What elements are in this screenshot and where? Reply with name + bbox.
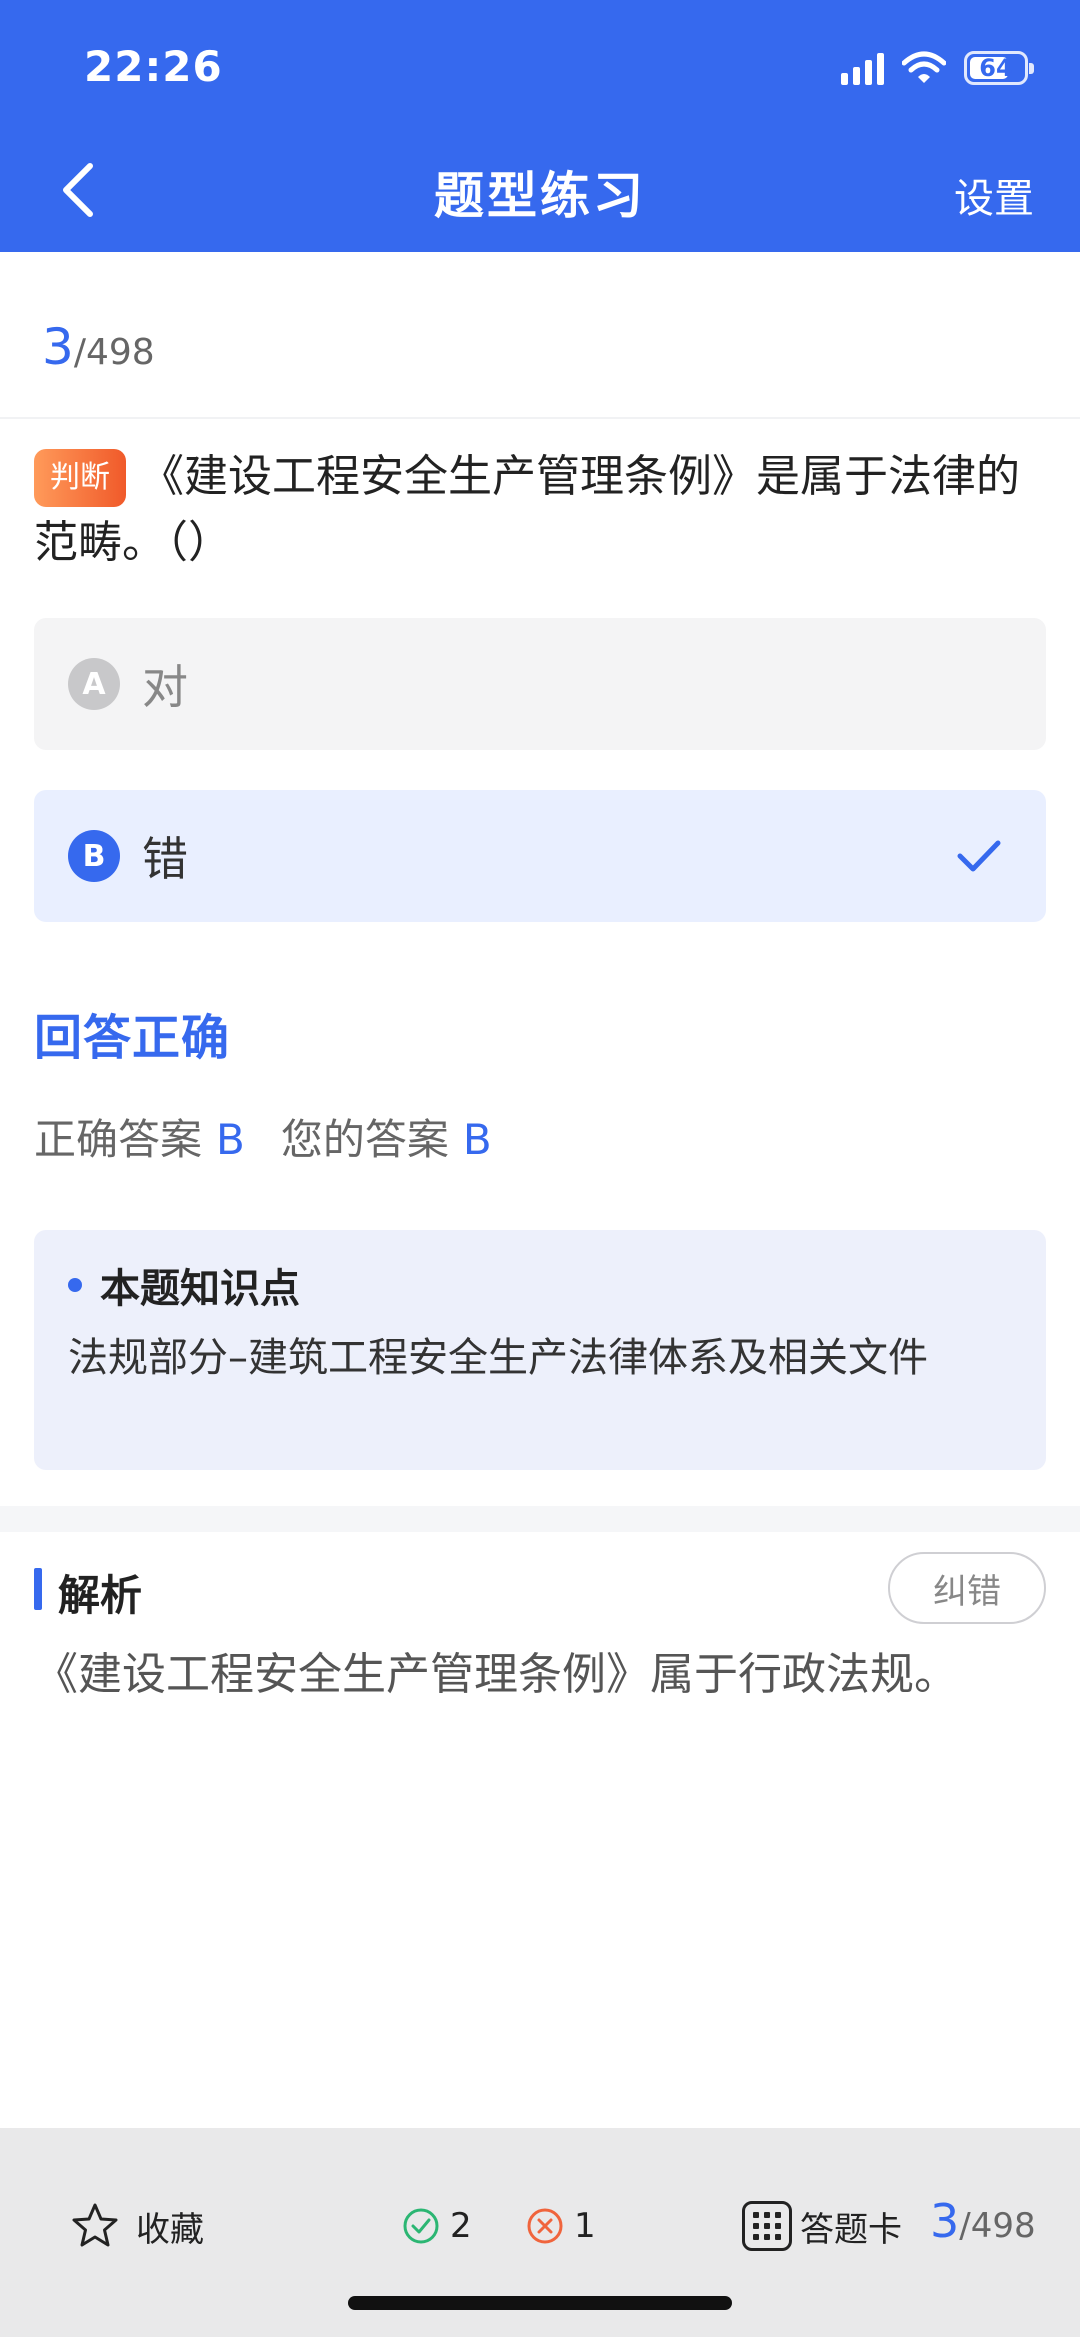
favorite-label: 收藏 <box>136 2209 204 2250</box>
practice-page: 22:26 64 题型练习 设置 3/498 判断《建设工程安全生产管理条例》 <box>0 0 1080 2337</box>
your-answer-label: 您的答案 <box>280 1115 449 1164</box>
correct-answer-value: B <box>216 1115 245 1164</box>
favorite-button[interactable]: 收藏 <box>70 2198 204 2254</box>
analysis-text: 《建设工程安全生产管理条例》属于行政法规。 <box>34 1649 958 1700</box>
cellular-signal-icon <box>841 51 884 85</box>
status-icons: 64 <box>841 48 1034 88</box>
current-index: 3 <box>42 318 74 376</box>
result-title: 回答正确 <box>34 1010 231 1066</box>
total-count: /498 <box>73 332 155 373</box>
your-answer-value: B <box>462 1115 492 1164</box>
page-title: 题型练习 <box>434 167 646 225</box>
correct-count-value: 2 <box>450 2206 472 2246</box>
knowledge-point-body: 法规部分–建筑工程安全生产法律体系及相关文件 <box>68 1335 928 1381</box>
check-circle-icon <box>403 2208 439 2244</box>
option-b-letter: B <box>68 830 120 882</box>
wifi-icon <box>902 51 946 83</box>
header: 22:26 64 题型练习 设置 <box>0 0 1080 252</box>
option-b-text: 错 <box>142 832 188 886</box>
knowledge-point-card: 本题知识点 法规部分–建筑工程安全生产法律体系及相关文件 <box>34 1230 1046 1470</box>
analysis-accent-bar <box>34 1568 42 1610</box>
answer-card-label: 答题卡 <box>800 2209 902 2250</box>
checkmark-icon <box>957 840 1001 872</box>
home-indicator[interactable] <box>348 2296 732 2310</box>
answer-summary: 正确答案 B 您的答案 B <box>34 1106 492 1167</box>
analysis-title: 解析 <box>58 1571 143 1620</box>
option-b[interactable]: B 错 <box>34 790 1046 922</box>
bullet-dot <box>68 1278 82 1292</box>
option-a-text: 对 <box>142 660 188 714</box>
bottom-question-counter: 3/498 <box>930 2194 1036 2248</box>
grid-icon <box>742 2201 792 2251</box>
battery-icon: 64 <box>964 51 1034 85</box>
knowledge-point-title: 本题知识点 <box>68 1256 1012 1314</box>
settings-button[interactable]: 设置 <box>954 166 1034 224</box>
bottom-total-count: /498 <box>959 2206 1036 2246</box>
knowledge-point-title-text: 本题知识点 <box>100 1266 300 1312</box>
question-text: 《建设工程安全生产管理条例》是属于法律的范畴。（） <box>34 451 1020 568</box>
cross-circle-icon <box>527 2208 563 2244</box>
correct-count: 2 <box>402 2198 472 2254</box>
section-separator <box>0 1506 1080 1532</box>
wrong-count: 1 <box>526 2198 596 2254</box>
question: 判断 《建设工程安全生产管理条例》是属于法律的范畴。（） <box>34 444 1044 576</box>
divider <box>0 417 1080 419</box>
option-a-letter: A <box>68 658 120 710</box>
status-time: 22:26 <box>84 42 223 91</box>
report-error-button[interactable]: 纠错 <box>888 1552 1046 1624</box>
star-icon <box>72 2203 118 2247</box>
answer-card-button[interactable]: 答题卡 <box>742 2198 902 2254</box>
bottom-current-index: 3 <box>930 2194 960 2248</box>
option-a[interactable]: A 对 <box>34 618 1046 750</box>
question-type-tag: 判断 <box>34 449 126 507</box>
correct-answer-label: 正确答案 <box>34 1115 203 1164</box>
question-counter: 3/498 <box>42 318 155 376</box>
wrong-count-value: 1 <box>574 2206 596 2246</box>
battery-level: 64 <box>979 54 1013 82</box>
